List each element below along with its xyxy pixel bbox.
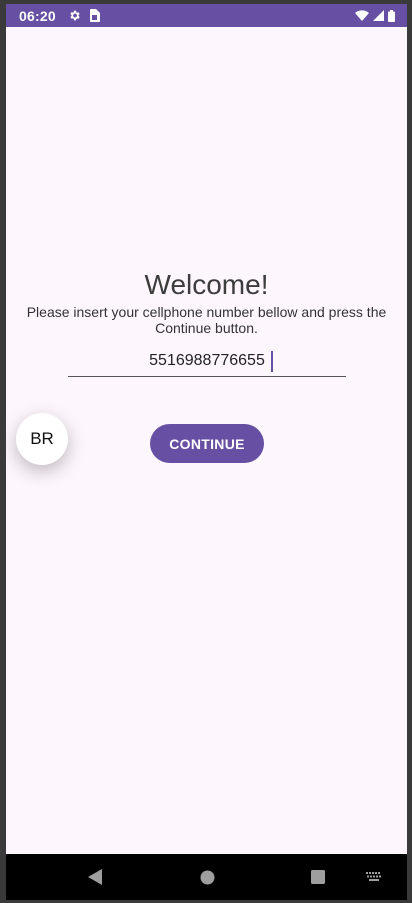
page-title: Welcome! <box>144 269 269 300</box>
settings-icon <box>68 9 81 22</box>
instructions-text: Please insert your cellphone number bell… <box>26 304 387 336</box>
country-code-label: BR <box>30 429 54 448</box>
recents-icon[interactable] <box>307 854 329 900</box>
main-content: Welcome! Please insert your cellphone nu… <box>6 27 407 854</box>
navigation-bar <box>6 854 407 900</box>
device-frame: 06:20 Welcome! Please insert your cellph… <box>0 0 412 903</box>
sim-card-icon <box>89 9 100 22</box>
back-icon[interactable] <box>84 854 106 900</box>
country-selector-button[interactable]: BR <box>16 413 68 465</box>
signal-icon <box>373 10 384 21</box>
wifi-icon <box>355 10 369 21</box>
status-right-icons <box>355 9 395 22</box>
status-left-icons <box>68 9 100 22</box>
status-time: 06:20 <box>19 7 56 24</box>
status-bar: 06:20 <box>6 4 407 27</box>
phone-input-container <box>68 346 346 378</box>
continue-button[interactable]: CONTINUE <box>150 424 264 463</box>
keyboard-icon[interactable] <box>363 854 385 900</box>
battery-icon <box>388 9 395 22</box>
home-icon[interactable] <box>196 854 218 900</box>
text-cursor <box>271 351 273 372</box>
screen: 06:20 Welcome! Please insert your cellph… <box>6 4 407 900</box>
phone-number-input[interactable] <box>68 346 346 377</box>
